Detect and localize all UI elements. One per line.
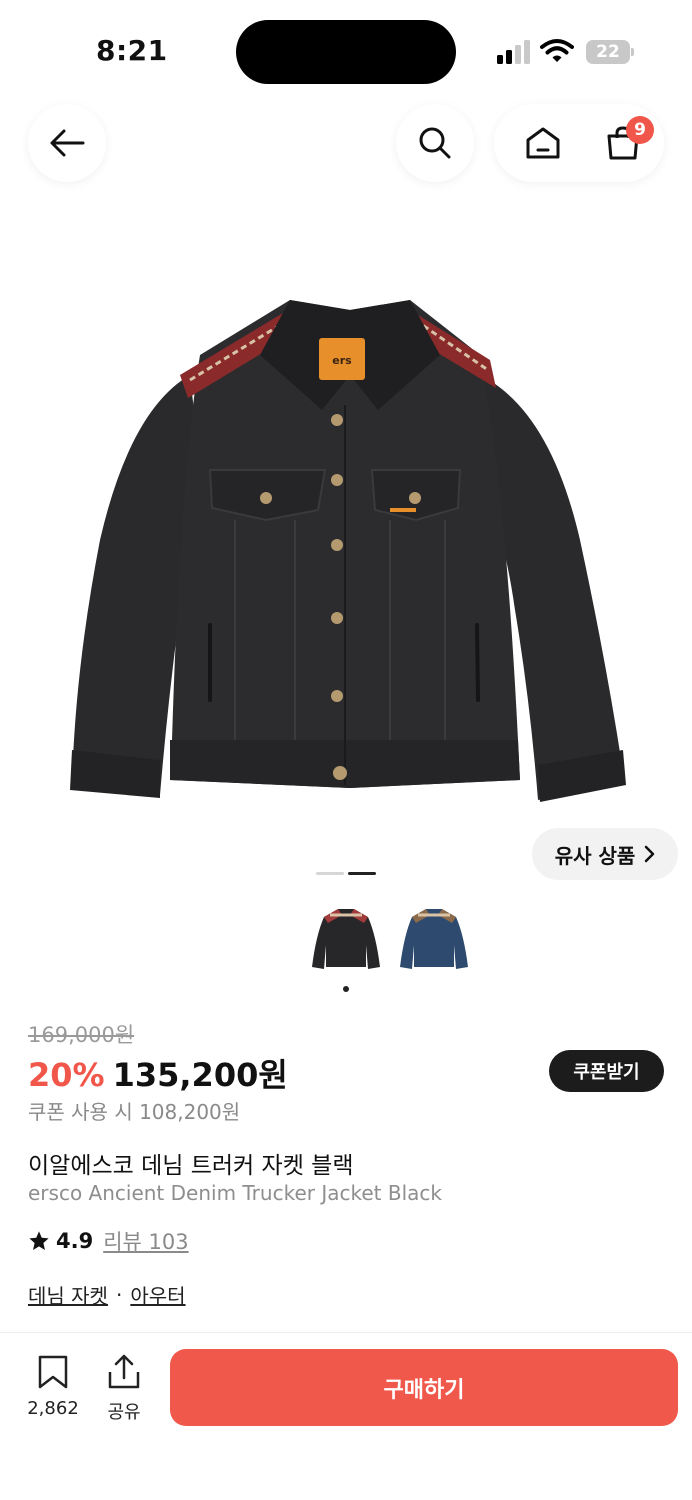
product-image[interactable]: ers [60,280,640,810]
home-button[interactable] [504,104,582,182]
nav-pill-group: 9 [494,104,664,182]
cart-count-badge: 9 [626,116,654,144]
rating-row: 4.9 리뷰 103 [28,1226,189,1256]
search-button[interactable] [396,104,474,182]
product-title: 이알에스코 데님 트러커 자켓 블랙 [28,1153,354,1179]
star-icon [29,1231,49,1250]
wifi-icon [540,39,574,62]
bookmark-icon [38,1355,68,1389]
gallery-indicator [316,872,344,875]
original-price: 169,000원 [28,1023,135,1047]
category-link-denim-jacket[interactable]: 데님 자켓 [28,1280,108,1309]
product-title-english: ersco Ancient Denim Trucker Jacket Black [28,1181,442,1205]
back-button[interactable] [28,104,106,182]
arrow-left-icon [50,129,85,157]
rating-value: 4.9 [56,1229,94,1253]
category-separator: · [115,1282,123,1307]
dynamic-island [236,20,456,84]
selected-thumbnail-dot [343,986,349,992]
chevron-right-icon [645,845,655,863]
battery-icon: 22 [586,40,634,64]
review-link[interactable]: 리뷰 103 [103,1226,188,1256]
search-icon [419,127,451,159]
divider [0,1332,692,1333]
gallery-indicator-active [348,872,376,875]
home-icon [526,127,560,159]
discount-rate: 20% [28,1056,105,1094]
cellular-signal-icon [497,40,530,64]
bookmark-count: 2,862 [27,1398,79,1419]
similar-products-label: 유사 상품 [554,843,636,868]
share-icon [108,1354,140,1389]
cart-button[interactable] [584,104,662,182]
status-bar: 8:21 22 [0,0,692,100]
get-coupon-button[interactable]: 쿠폰받기 [549,1050,664,1092]
category-link-outer[interactable]: 아우터 [130,1280,185,1309]
svg-text:ers: ers [332,354,352,367]
status-time: 8:21 [96,34,168,67]
price-row: 20% 135,200원 [28,1050,288,1096]
bookmark-button[interactable]: 2,862 [22,1354,84,1424]
sale-price: 135,200원 [112,1056,288,1094]
similar-products-button[interactable]: 유사 상품 [532,828,678,880]
coupon-price: 쿠폰 사용 시 108,200원 [28,1100,241,1124]
category-breadcrumb: 데님 자켓 · 아우터 [28,1280,186,1309]
buy-button[interactable]: 구매하기 [170,1349,678,1426]
color-option-thumbnail-blue[interactable] [398,905,470,975]
battery-level: 22 [596,42,620,62]
share-label: 공유 [107,1402,141,1423]
share-button[interactable]: 공유 [96,1354,152,1424]
color-option-thumbnail-black[interactable] [310,905,382,975]
